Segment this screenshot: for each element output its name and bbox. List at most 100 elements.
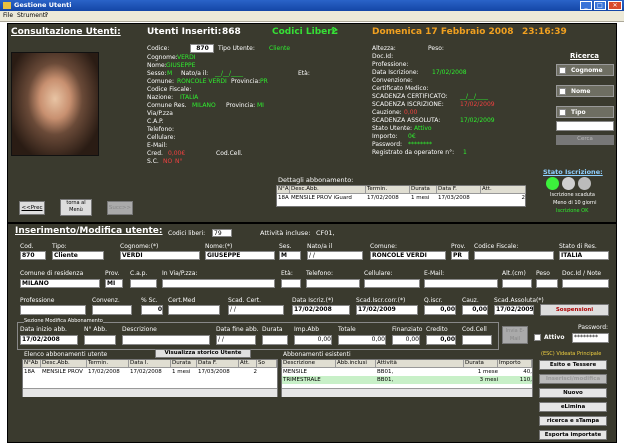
sc-ins-label: % Sc. bbox=[141, 297, 158, 304]
menu-help[interactable]: ? bbox=[45, 12, 48, 19]
attivo-checkbox[interactable] bbox=[534, 334, 541, 341]
cap-input[interactable] bbox=[130, 279, 157, 288]
elenco-cell[interactable]: 17/02/2008 bbox=[87, 368, 129, 376]
esistenti-cell[interactable]: 110, bbox=[498, 376, 532, 384]
stato-res-input[interactable]: ITALIA bbox=[559, 251, 609, 260]
nabb-input[interactable] bbox=[84, 335, 116, 345]
nome-input[interactable]: GIUSEPPE bbox=[205, 251, 275, 260]
data-iscr-input[interactable]: 17/02/2008 bbox=[292, 305, 350, 315]
esistenti-cell[interactable]: BB01, bbox=[376, 376, 464, 384]
menu-bar: File Strumenti ? bbox=[0, 11, 624, 22]
cf-input[interactable] bbox=[474, 251, 554, 260]
sc-value: NO bbox=[163, 158, 173, 165]
desc-input[interactable] bbox=[122, 335, 210, 345]
elenco-title: Elenco abbonamenti utente bbox=[24, 351, 108, 358]
ricerca-stampa-button[interactable]: ricerca e sTampa bbox=[539, 416, 607, 426]
impabb-input[interactable]: 0,00 bbox=[294, 335, 332, 345]
scad-ass-input[interactable]: 17/02/2009 bbox=[494, 305, 534, 315]
esistenti-scrollbar[interactable] bbox=[282, 388, 532, 397]
eta-input[interactable] bbox=[281, 279, 301, 288]
stato-res-label: Stato di Res. bbox=[559, 243, 597, 250]
esistenti-cell[interactable]: BB01, bbox=[376, 368, 464, 376]
email-label: E-Mail: bbox=[147, 142, 168, 149]
menu-button[interactable]: torna al Menù bbox=[60, 199, 92, 216]
nome-checkbox[interactable] bbox=[559, 88, 566, 95]
scad-cert-input[interactable]: / / bbox=[228, 305, 284, 315]
codici-liberi-select[interactable]: 79 bbox=[212, 229, 232, 237]
tel-input[interactable] bbox=[306, 279, 360, 288]
cognome-checkbox[interactable] bbox=[559, 67, 566, 74]
elenco-cell[interactable]: 1 mesi bbox=[171, 368, 197, 376]
comres-input[interactable]: MILANO bbox=[20, 279, 100, 288]
esporta-button[interactable]: Esporta importate bbox=[539, 430, 607, 440]
minimize-button[interactable]: _ bbox=[580, 1, 592, 10]
codcell-input[interactable] bbox=[462, 335, 492, 345]
finanz-input[interactable]: 0,00 bbox=[392, 335, 420, 345]
elenco-cell[interactable]: 17/02/2008 bbox=[129, 368, 171, 376]
invia-email-button[interactable]: Invia E-Mail bbox=[502, 326, 528, 344]
totale-input[interactable]: 0,00 bbox=[338, 335, 386, 345]
cert-select[interactable] bbox=[168, 305, 220, 315]
durata-input[interactable] bbox=[262, 335, 288, 345]
esistenti-cell[interactable]: 3 mesi bbox=[464, 376, 498, 384]
menu-strumenti[interactable]: Strumenti bbox=[17, 12, 47, 19]
elenco-cell[interactable]: MENSILE PROV bbox=[41, 368, 87, 376]
cell-input[interactable] bbox=[364, 279, 420, 288]
prof-select[interactable] bbox=[20, 305, 86, 315]
current-time: 23:16:39 bbox=[522, 27, 567, 37]
elenco-cell[interactable]: 18A bbox=[23, 368, 41, 376]
esistenti-cell[interactable]: 40, bbox=[498, 368, 532, 376]
elimina-button[interactable]: eLimina bbox=[539, 402, 607, 412]
next-button[interactable]: Succ>> bbox=[107, 201, 133, 215]
email-input[interactable] bbox=[424, 279, 498, 288]
data-fine-input[interactable]: / / bbox=[216, 335, 256, 345]
storico-button[interactable]: Visualizza storico Utente bbox=[155, 349, 251, 358]
nato-input[interactable]: / / bbox=[307, 251, 363, 260]
nuovo-button[interactable]: Nuovo bbox=[539, 388, 607, 398]
password-value: ******** bbox=[408, 141, 432, 148]
cerca-button[interactable]: Cerca bbox=[556, 135, 614, 145]
maximize-button[interactable]: □ bbox=[594, 1, 606, 10]
cauz-input[interactable]: 0,00 bbox=[462, 305, 488, 315]
tipo-checkbox[interactable] bbox=[559, 109, 566, 116]
sc-input[interactable]: 0 bbox=[141, 305, 163, 315]
qiscr-input[interactable]: 0,00 bbox=[424, 305, 456, 315]
via-input[interactable] bbox=[162, 279, 275, 288]
esistenti-cell[interactable]: 1 mese bbox=[464, 368, 498, 376]
credito-input[interactable]: 0,00 bbox=[426, 335, 456, 345]
esistenti-col: Durata bbox=[464, 360, 498, 368]
abbon-cell: MENSILE PROV iGuard bbox=[291, 195, 352, 201]
esistenti-cell[interactable]: TRIMESTRALE bbox=[282, 376, 336, 384]
tipo-select[interactable]: Cliente bbox=[52, 251, 104, 260]
elenco-cell[interactable]: 2 bbox=[239, 368, 258, 376]
sospensioni-button[interactable]: Sospensioni bbox=[540, 304, 609, 316]
prov-input[interactable]: PR bbox=[451, 251, 469, 260]
alt-input[interactable] bbox=[502, 279, 532, 288]
docid-input[interactable] bbox=[562, 279, 609, 288]
menu-file[interactable]: File bbox=[3, 12, 13, 19]
conv-select[interactable] bbox=[92, 305, 132, 315]
prev-button[interactable]: <<Prec bbox=[19, 201, 45, 215]
sesso-select[interactable]: M bbox=[279, 251, 301, 260]
data-inizio-input[interactable]: 17/02/2008 bbox=[20, 335, 78, 345]
esito-tessere-button[interactable]: Esito e Tessere bbox=[539, 360, 607, 370]
email-ins-label: E-Mail: bbox=[424, 270, 445, 277]
inserisci-modifica-button[interactable]: Inserisci/modifica bbox=[539, 374, 607, 384]
close-button[interactable]: ✕ bbox=[608, 1, 622, 10]
cod-input[interactable]: 870 bbox=[20, 251, 46, 260]
prov2-input[interactable]: MI bbox=[105, 279, 123, 288]
cognome-input[interactable]: VERDI bbox=[120, 251, 200, 260]
elenco-col: Data F. bbox=[197, 360, 239, 368]
comune-label: Comune: bbox=[147, 78, 175, 85]
peso-input[interactable] bbox=[536, 279, 558, 288]
password-input[interactable]: ******** bbox=[572, 333, 609, 343]
esistenti-cell[interactable]: MENSILE bbox=[282, 368, 336, 376]
comune-input[interactable]: RONCOLE VERDI bbox=[370, 251, 446, 260]
ricerca-input[interactable] bbox=[556, 121, 614, 131]
elenco-cell[interactable]: 17/03/2008 bbox=[197, 368, 239, 376]
cognome-value: VERDI bbox=[177, 54, 196, 61]
elenco-scrollbar[interactable] bbox=[23, 388, 277, 397]
window-title: Gestione Utenti bbox=[14, 1, 72, 9]
scad-corr-input[interactable]: 17/02/2009 bbox=[356, 305, 418, 315]
cred-value: 0,00€ bbox=[168, 150, 186, 157]
